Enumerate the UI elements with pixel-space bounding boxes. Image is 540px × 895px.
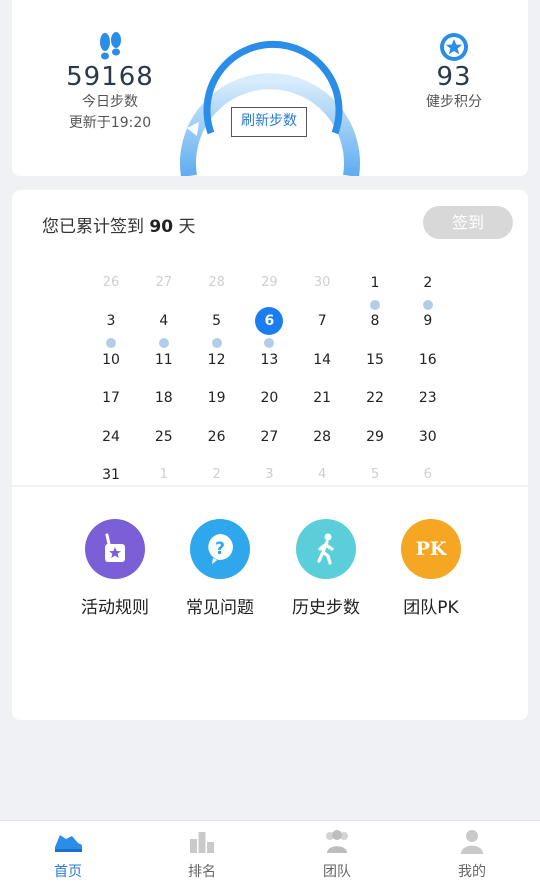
calendar-day[interactable]: 17: [96, 383, 126, 413]
calendar-day[interactable]: 8: [360, 306, 390, 336]
calendar-day[interactable]: 10: [96, 345, 126, 375]
calendar-day-outside: 4: [318, 466, 327, 482]
calendar-day[interactable]: 20: [254, 383, 284, 413]
walking-points-value: 93: [436, 62, 472, 92]
tab-team-label: 团队: [323, 864, 351, 880]
calendar-day[interactable]: 7: [307, 306, 337, 336]
faq-item[interactable]: ? 常见问题: [165, 519, 275, 618]
team-icon: [326, 830, 348, 853]
calendar-week-row: 10 11 12 13 14 15 16: [82, 345, 454, 383]
calendar-day-outside: 28: [208, 275, 225, 290]
walking-points-stat: 93 健步积分: [384, 32, 524, 113]
calendar-day[interactable]: 16: [413, 345, 443, 375]
steps-gauge: [180, 40, 360, 176]
tab-ranking[interactable]: 排名: [162, 827, 242, 881]
calendar-day-outside: 6: [423, 466, 432, 482]
calendar-day-outside: 27: [155, 275, 173, 290]
tab-profile-label: 我的: [458, 864, 486, 880]
calendar-day[interactable]: 19: [202, 383, 232, 413]
profile-icon: [461, 830, 483, 854]
tab-profile[interactable]: 我的: [432, 827, 512, 881]
calendar-day[interactable]: 30: [413, 422, 443, 452]
calendar-day[interactable]: 14: [307, 345, 337, 375]
calendar-day-outside: 5: [370, 466, 380, 482]
calendar-day[interactable]: 21: [307, 383, 337, 413]
calendar-day-today[interactable]: 6: [255, 307, 284, 336]
signin-button[interactable]: 签到: [423, 206, 513, 239]
signin-calendar: 26 27 28 29 30 1 2 3 4 5 6 7 8 9 10 11 12 13 14 15 16 17 18 19 2…: [82, 268, 454, 498]
gift-bag-icon: [85, 519, 145, 579]
calendar-week-row: 24 25 26 27 28 29 30: [82, 422, 454, 460]
calendar-day[interactable]: 26: [202, 422, 232, 452]
star-badge-icon: [440, 33, 468, 61]
activity-rules-label: 活动规则: [81, 598, 149, 618]
sneaker-icon: [55, 835, 82, 852]
calendar-day-outside: 29: [261, 275, 278, 290]
stats-card: 59168 今日步数 更新于19:20 刷新步数 93 健步积分: [12, 0, 528, 176]
signin-summary: 您已累计签到 90 天: [42, 212, 195, 237]
calendar-day[interactable]: 11: [149, 345, 179, 375]
pk-icon-text: PK: [415, 538, 447, 560]
walking-person-icon: [296, 519, 356, 579]
calendar-day[interactable]: 31: [96, 460, 126, 490]
footprints-icon: [100, 32, 121, 60]
calendar-day-outside: 2: [212, 466, 221, 482]
signin-days: 90: [149, 217, 174, 237]
calendar-day[interactable]: 1: [360, 268, 390, 298]
activity-rules-item[interactable]: 活动规则: [60, 519, 170, 618]
calendar-day[interactable]: 24: [96, 422, 126, 452]
today-steps-label: 今日步数: [82, 94, 138, 110]
signin-card: 您已累计签到 90 天 签到 26 27 28 29 30 1 2 3 4 5 6 7 8 9 10 11 12…: [12, 190, 528, 485]
tab-ranking-label: 排名: [188, 864, 216, 880]
history-steps-item[interactable]: 历史步数: [271, 519, 381, 618]
signin-prefix: 您已累计签到: [42, 217, 144, 237]
today-steps-stat: 59168 今日步数 更新于19:20: [40, 32, 180, 134]
calendar-day-outside: 30: [313, 275, 331, 290]
ranking-icon: [190, 832, 214, 853]
calendar-day[interactable]: 18: [149, 383, 179, 413]
calendar-day[interactable]: 23: [413, 383, 443, 413]
faq-label: 常见问题: [186, 598, 254, 618]
question-bubble-icon: ?: [190, 519, 250, 579]
tab-home-label: 首页: [54, 864, 82, 880]
today-steps-value: 59168: [66, 62, 154, 92]
calendar-day[interactable]: 28: [307, 422, 337, 452]
pk-icon: PK: [401, 519, 461, 579]
calendar-day[interactable]: 3: [96, 306, 126, 336]
calendar-day[interactable]: 22: [360, 383, 390, 413]
team-pk-item[interactable]: PK 团队PK: [376, 519, 486, 618]
calendar-day[interactable]: 9: [413, 306, 443, 336]
calendar-week-row: 3456789: [82, 306, 454, 349]
calendar-day[interactable]: 29: [360, 422, 390, 452]
calendar-day-outside: 26: [102, 275, 120, 290]
bottom-tab-bar: 首页 排名 团队 我的: [0, 820, 540, 895]
calendar-day[interactable]: 27: [254, 422, 284, 452]
calendar-day[interactable]: 15: [360, 345, 390, 375]
calendar-day[interactable]: 12: [202, 345, 232, 375]
menu-card: 活动规则 ? 常见问题 历史步数 PK 团队PK: [12, 487, 528, 720]
svg-text:?: ?: [215, 539, 225, 559]
walking-points-label: 健步积分: [426, 94, 482, 110]
tab-home[interactable]: 首页: [28, 827, 108, 881]
signin-suffix: 天: [178, 217, 196, 237]
calendar-day-outside: 1: [159, 466, 168, 482]
calendar-week-row: 17 18 19 20 21 22 23: [82, 383, 454, 421]
team-pk-label: 团队PK: [403, 598, 459, 618]
calendar-week-row: 26 27 28 29 30 1 2: [82, 268, 454, 310]
calendar-day-outside: 3: [265, 466, 274, 482]
history-steps-label: 历史步数: [292, 598, 360, 618]
tab-team[interactable]: 团队: [297, 827, 377, 881]
refresh-steps-button[interactable]: 刷新步数: [231, 107, 307, 137]
calendar-day[interactable]: 13: [254, 345, 284, 375]
calendar-day[interactable]: 4: [149, 306, 179, 336]
calendar-day[interactable]: 5: [202, 306, 232, 336]
updated-time: 更新于19:20: [68, 115, 152, 131]
calendar-day[interactable]: 2: [413, 268, 443, 298]
calendar-day[interactable]: 25: [149, 422, 179, 452]
